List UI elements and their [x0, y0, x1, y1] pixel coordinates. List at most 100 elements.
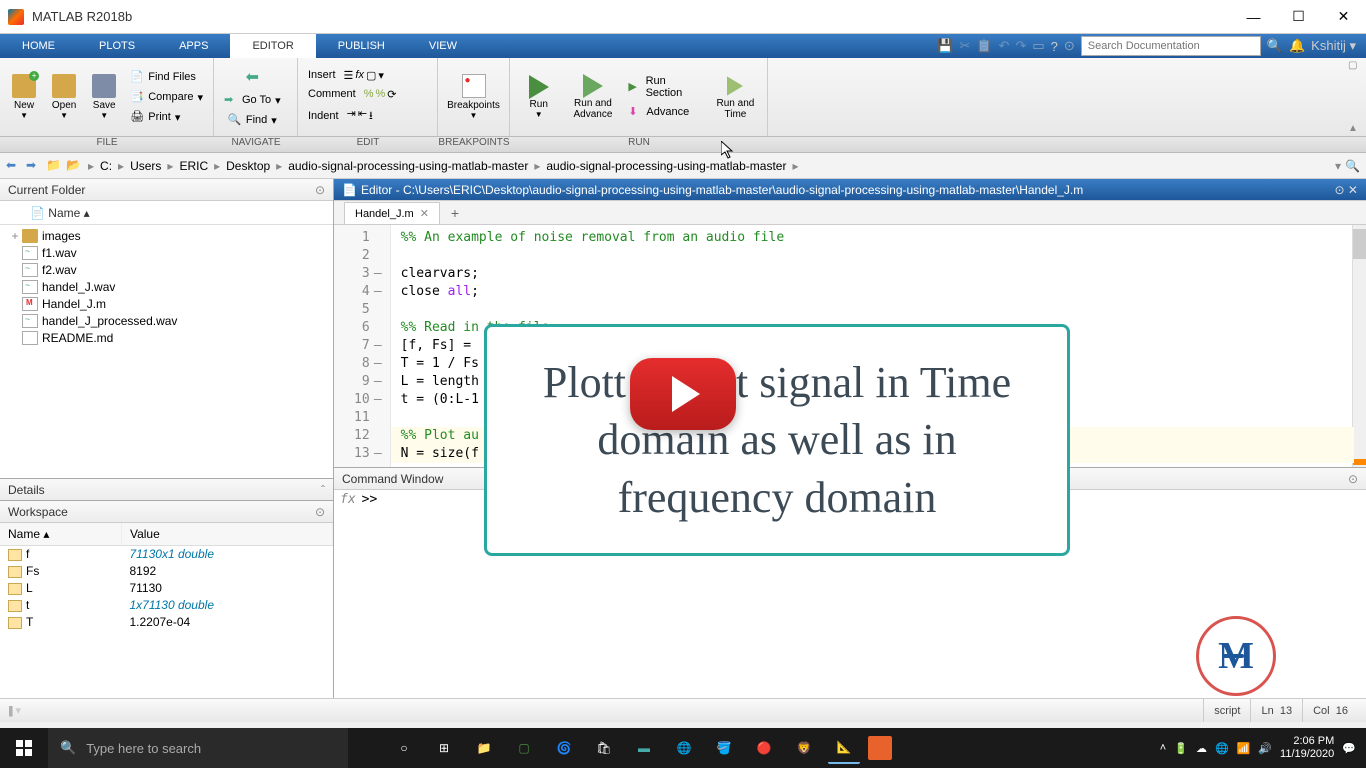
notifications-icon[interactable]: 🔔	[1289, 38, 1305, 54]
tab-home[interactable]: HOME	[0, 34, 77, 58]
code-scrollbar[interactable]	[1352, 225, 1366, 467]
ws-col-name[interactable]: Name ▴	[0, 523, 121, 546]
chrome-icon[interactable]: 🔴	[748, 732, 780, 764]
tab-plots[interactable]: PLOTS	[77, 34, 157, 58]
toolstrip-collapse-icon[interactable]: ▲	[1348, 123, 1364, 134]
compare-button[interactable]: 📑Compare ▾	[126, 88, 207, 106]
cmd-menu-icon[interactable]: ⊙	[1348, 472, 1358, 486]
print-button[interactable]: 🖨Print ▾	[126, 108, 207, 126]
file-item[interactable]: README.md	[0, 329, 333, 346]
new-button[interactable]: New▼	[6, 67, 42, 127]
toolstrip-help-icon[interactable]: ▢	[1348, 60, 1364, 71]
workspace-variable-row[interactable]: Fs8192	[0, 563, 333, 580]
indent-button[interactable]: Indent ⇥ ⇤ ⭳	[304, 105, 400, 128]
insert-button[interactable]: Insert ☰ fx ▢ ▾	[304, 67, 400, 84]
tab-view[interactable]: VIEW	[407, 34, 479, 58]
goto-back-icon[interactable]: ⬅	[242, 65, 263, 89]
ws-col-value[interactable]: Value	[121, 523, 332, 546]
workspace-variable-row[interactable]: L71130	[0, 580, 333, 597]
cortana-icon[interactable]: ○	[388, 732, 420, 764]
run-advance-button[interactable]: Run and Advance	[565, 67, 620, 127]
store-icon[interactable]: 🛍	[588, 732, 620, 764]
run-and-time-button[interactable]: Run and Time	[710, 67, 761, 127]
user-menu[interactable]: Kshitij ▾	[1311, 38, 1356, 54]
add-tab-button[interactable]: +	[444, 202, 466, 224]
start-button[interactable]	[0, 728, 48, 768]
community-icon[interactable]: ⊙	[1064, 38, 1075, 54]
taskbar-search[interactable]: 🔍 Type here to search	[48, 728, 348, 768]
help-icon[interactable]: ?	[1051, 39, 1058, 54]
app-green-icon[interactable]: ▢	[508, 732, 540, 764]
windows-icon[interactable]: ▭	[1032, 38, 1044, 54]
save-icon[interactable]: 💾	[937, 38, 953, 54]
insert-fx-icon[interactable]: fx	[355, 69, 364, 82]
save-button[interactable]: Save▼	[86, 67, 122, 127]
tray-expand-icon[interactable]: ˄	[1160, 742, 1166, 754]
comment-button[interactable]: Comment % % ⟳	[304, 86, 400, 103]
file-item[interactable]: handel_J.wav	[0, 278, 333, 295]
advance-button[interactable]: ⬇Advance	[624, 103, 705, 121]
bc-c[interactable]: C:	[98, 159, 114, 173]
file-item[interactable]: f1.wav	[0, 244, 333, 261]
video-play-button[interactable]	[630, 358, 736, 430]
task-view-icon[interactable]: ⊞	[428, 732, 460, 764]
file-item[interactable]: Handel_J.m	[0, 295, 333, 312]
tab-apps[interactable]: APPS	[157, 34, 230, 58]
file-item[interactable]: handel_J_processed.wav	[0, 312, 333, 329]
bc-folder2[interactable]: audio-signal-processing-using-matlab-mas…	[544, 159, 788, 173]
edge-icon[interactable]: 🌐	[668, 732, 700, 764]
close-tab-icon[interactable]: ✕	[420, 207, 429, 220]
tray-battery-icon[interactable]: 🔋	[1174, 742, 1188, 755]
run-section-button[interactable]: ▶Run Section	[624, 73, 705, 101]
open-button[interactable]: Open▼	[46, 67, 82, 127]
editor-file-tab[interactable]: Handel_J.m ✕	[344, 202, 440, 224]
bc-desktop[interactable]: Desktop	[224, 159, 272, 173]
details-panel-header[interactable]: Details ˆ	[0, 479, 333, 501]
find-button[interactable]: 🔍Find ▾	[224, 111, 281, 129]
file-explorer-icon[interactable]: 📁	[468, 732, 500, 764]
bc-users[interactable]: Users	[128, 159, 163, 173]
matlab-taskbar-icon[interactable]: 📐	[828, 732, 860, 764]
search-button-icon[interactable]: 🔍	[1267, 38, 1283, 54]
search-documentation-input[interactable]	[1081, 36, 1261, 56]
app-bucket-icon[interactable]: 🪣	[708, 732, 740, 764]
run-button[interactable]: Run▼	[516, 67, 561, 127]
taskbar-clock[interactable]: 2:06 PM 11/19/2020	[1280, 735, 1334, 761]
nav-up-icon[interactable]: 📁	[46, 158, 62, 174]
find-files-button[interactable]: 📄Find Files	[126, 68, 207, 86]
insert-section-icon[interactable]: ☰	[344, 69, 354, 82]
bc-eric[interactable]: ERIC	[177, 159, 210, 173]
editor-header[interactable]: 📄 Editor - C:\Users\ERIC\Desktop\audio-s…	[334, 179, 1366, 201]
undo-icon[interactable]: ↶	[999, 38, 1010, 54]
bc-folder1[interactable]: audio-signal-processing-using-matlab-mas…	[286, 159, 530, 173]
tab-publish[interactable]: PUBLISH	[316, 34, 407, 58]
close-button[interactable]: ✕	[1321, 0, 1366, 34]
editor-menu-icon[interactable]: ⊙ ✕	[1335, 183, 1358, 197]
details-expand-icon[interactable]: ˆ	[321, 483, 325, 497]
file-item[interactable]: +images	[0, 227, 333, 244]
app-swirl-icon[interactable]: 🌀	[548, 732, 580, 764]
fx-icon[interactable]: fx	[340, 492, 356, 507]
breadcrumb-dropdown-icon[interactable]: ▾	[1335, 159, 1341, 173]
tab-editor[interactable]: EDITOR	[230, 34, 315, 58]
tray-onedrive-icon[interactable]: ☁	[1196, 742, 1207, 755]
nav-back-icon[interactable]: ⬅	[6, 158, 22, 174]
breakpoints-button[interactable]: ●Breakpoints▼	[450, 67, 498, 127]
notification-center-icon[interactable]: 💬	[1342, 742, 1356, 755]
panel-menu-icon[interactable]: ⊙	[315, 183, 325, 197]
name-column-header[interactable]: 📄 Name ▴	[0, 201, 333, 225]
file-item[interactable]: f2.wav	[0, 261, 333, 278]
maximize-button[interactable]: ☐	[1276, 0, 1321, 34]
workspace-header[interactable]: Workspace ⊙	[0, 501, 333, 523]
cut-icon[interactable]: ✂	[959, 38, 970, 54]
workspace-variable-row[interactable]: f71130x1 double	[0, 546, 333, 563]
minimize-button[interactable]: —	[1231, 0, 1276, 34]
workspace-variable-row[interactable]: T1.2207e-04	[0, 614, 333, 631]
tray-network-icon[interactable]: 🌐	[1215, 742, 1229, 755]
line-gutter[interactable]: 123–4–567–8–9–10–111213–	[334, 225, 391, 467]
address-search-icon[interactable]: 🔍	[1345, 159, 1360, 173]
workspace-variable-row[interactable]: t1x71130 double	[0, 597, 333, 614]
insert-dropdown-icon[interactable]: ▢	[366, 69, 376, 82]
nav-fwd-icon[interactable]: ➡	[26, 158, 42, 174]
mail-icon[interactable]: ▬	[628, 732, 660, 764]
